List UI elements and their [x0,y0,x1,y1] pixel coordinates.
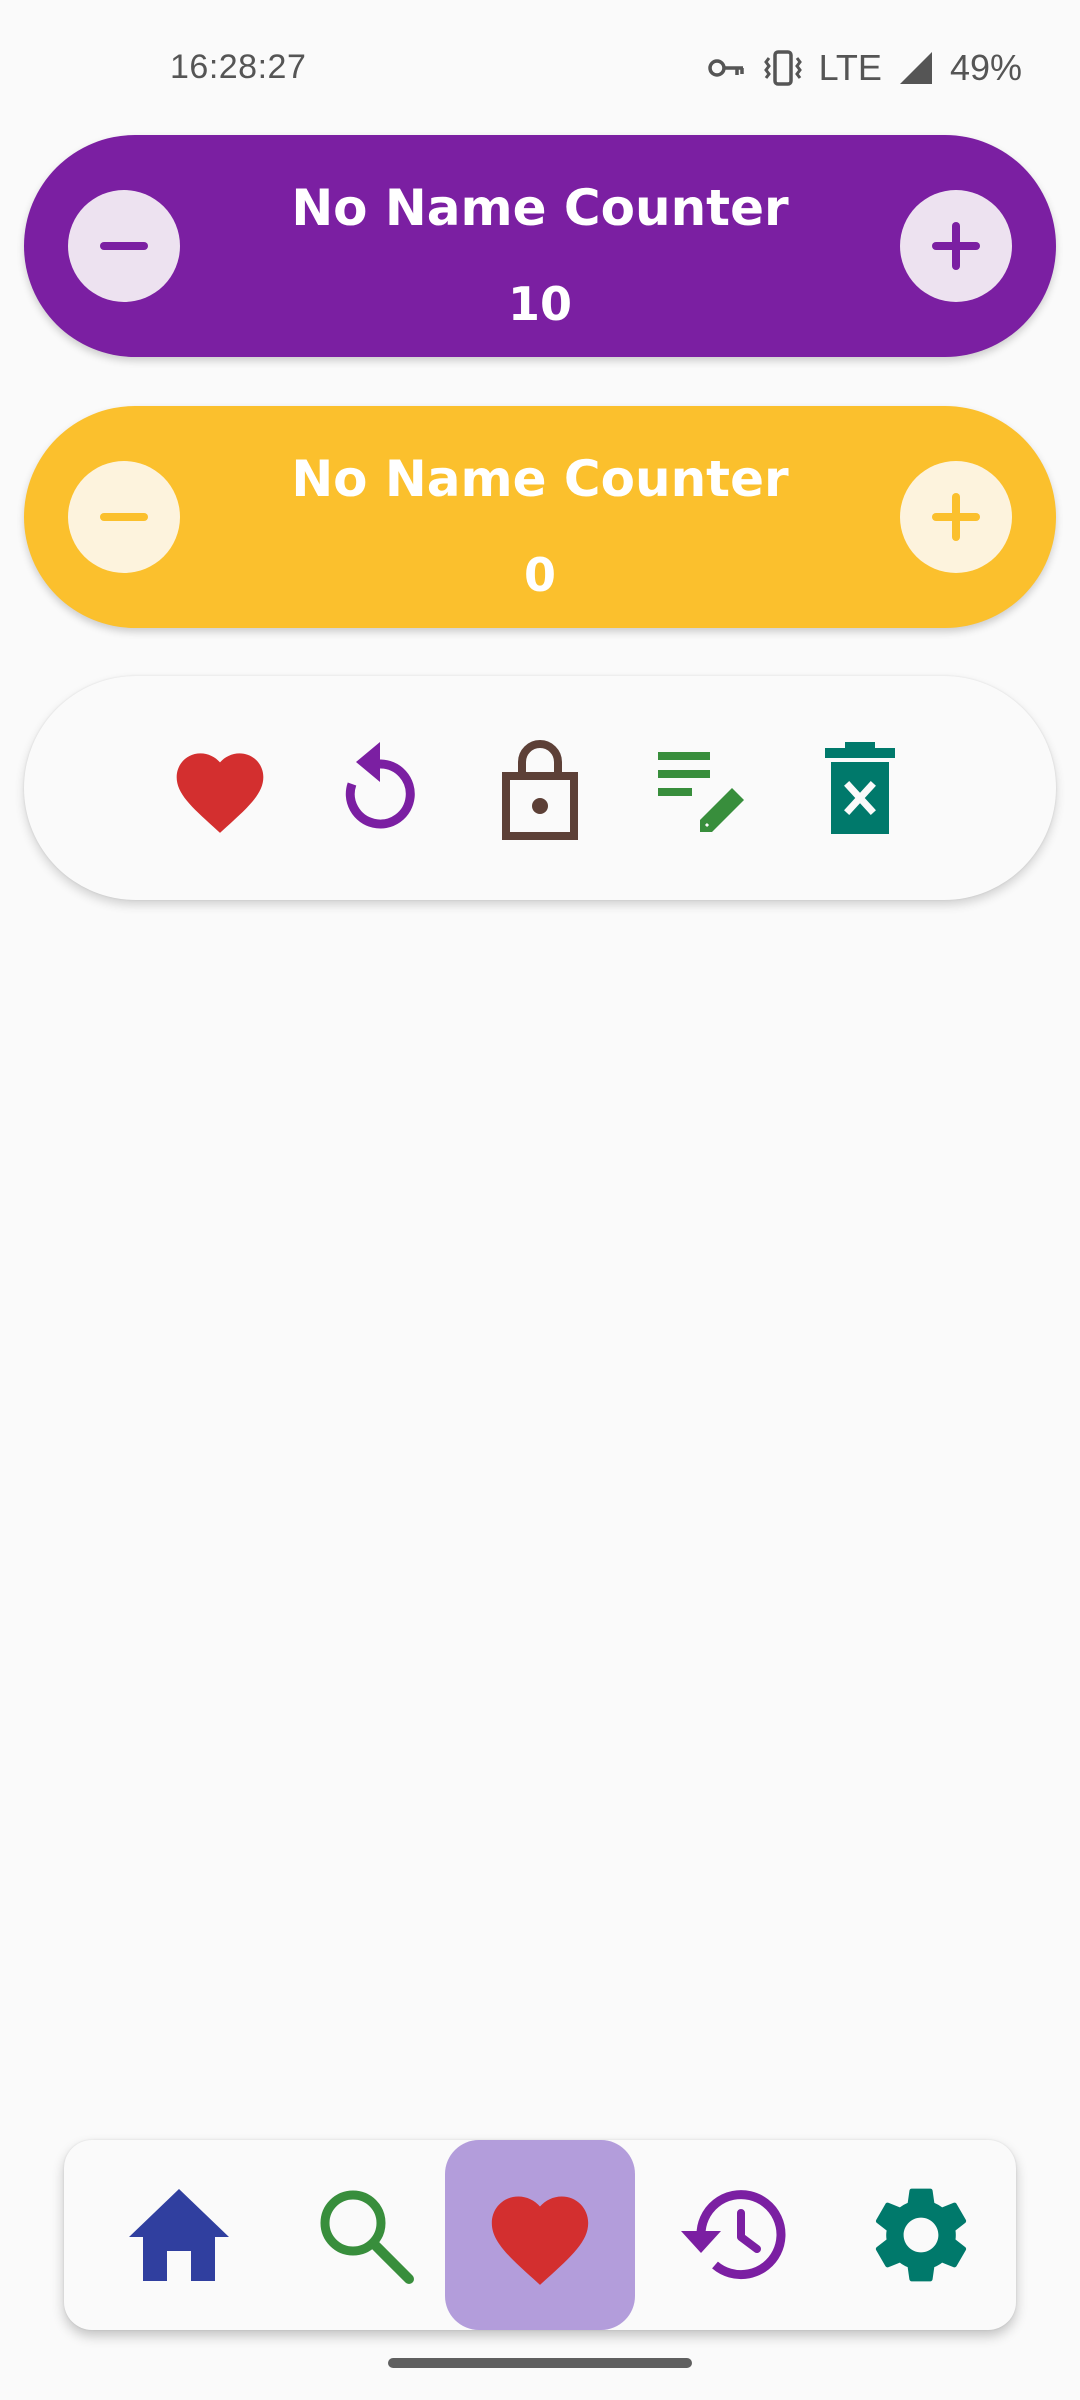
signal-icon [898,50,934,86]
app-screen: 16:28:27 LTE 49% No Name Counter 10 No N… [0,0,1080,2400]
counter-actions-card [24,676,1056,900]
status-time: 16:28:27 [170,48,307,86]
reset-icon [345,742,415,829]
nav-settings[interactable] [826,2140,1016,2330]
history-icon [681,2190,786,2280]
edit-notes-icon [658,752,744,832]
favorite-button[interactable] [164,732,276,844]
reset-button[interactable] [324,732,436,844]
increment-button[interactable] [900,461,1012,573]
heart-icon [176,753,264,833]
counter-name: No Name Counter [291,450,789,508]
nav-history[interactable] [636,2140,826,2330]
search-icon [320,2190,414,2284]
lock-button[interactable] [484,732,596,844]
plus-icon [932,222,980,270]
delete-button[interactable] [804,732,916,844]
delete-icon [825,742,895,834]
status-bar: 16:28:27 LTE 49% [0,0,1080,140]
counter-name: No Name Counter [291,179,789,237]
counter-card[interactable]: No Name Counter 0 [24,406,1056,628]
counter-value: 10 [507,277,572,331]
favorites-heart-icon [491,2196,589,2285]
vpn-key-icon [707,56,747,80]
counter-card[interactable]: No Name Counter 10 [24,135,1056,357]
bottom-navigation [64,2140,1016,2330]
settings-gear-icon [875,2188,967,2282]
plus-icon [932,493,980,541]
nav-favorites[interactable] [445,2140,635,2330]
nav-home[interactable] [84,2140,274,2330]
battery-percent: 49% [949,47,1022,88]
home-gesture-bar[interactable] [388,2358,692,2368]
home-icon [129,2189,229,2281]
counter-value: 0 [523,548,556,602]
vibrate-icon [763,48,803,88]
nav-search[interactable] [270,2140,460,2330]
status-icons: LTE 49% [707,46,1022,90]
lock-icon [502,740,578,840]
edit-button[interactable] [644,732,756,844]
network-type: LTE [818,47,882,88]
increment-button[interactable] [900,190,1012,302]
